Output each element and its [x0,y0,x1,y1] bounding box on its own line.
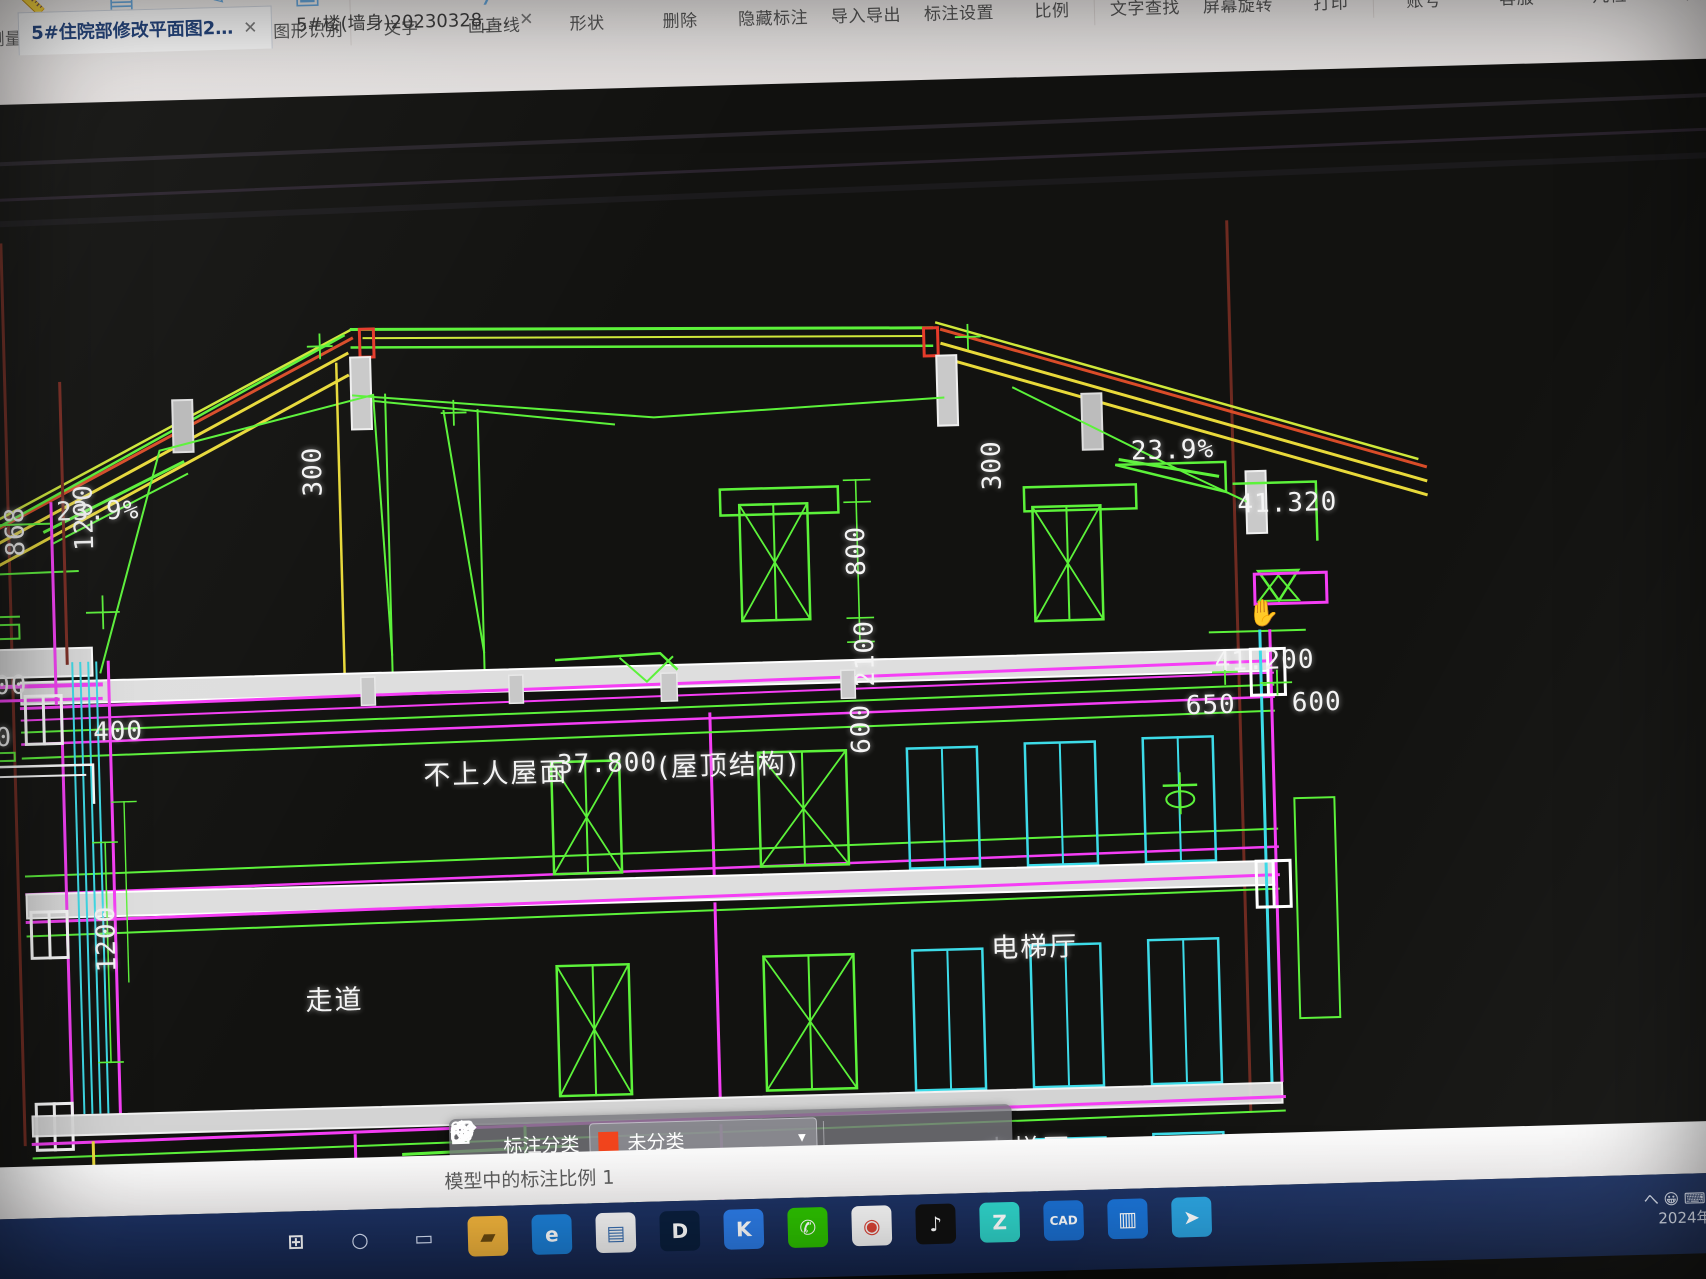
cad-label-slope-right: 23.9% [1130,434,1215,467]
taskbar-kingsoft-icon[interactable]: K [723,1208,765,1250]
taskbar-zoom-icon[interactable]: Z [979,1201,1021,1243]
close-icon[interactable]: ✕ [243,18,258,38]
category-color-swatch [598,1131,619,1153]
taskbar-dell-icon[interactable]: D [659,1210,701,1252]
close-icon[interactable]: ✕ [519,9,534,29]
cad-label-dim-left-600: 600 [0,722,13,755]
cad-label-dim-300-left: 300 [297,446,329,497]
cad-label-dim-1200-corr: 1200 [90,905,123,973]
cad-label-dim-300-right: 300 [976,439,1008,491]
cad-label-elev-41320: 41.320 [1236,486,1338,520]
cad-label-dim-800: 800 [840,525,873,577]
cad-label-elev-left-200: .200 [0,670,28,703]
tray-line-2: 2024年... [1658,1207,1706,1228]
system-tray[interactable]: へ 😀 ⌨ 中 2024年... [1643,1189,1706,1229]
screenshot-root: ...图20230328_t8_t3.dwg 📏测量&统计▤图纸对比✎编辑助手▣… [0,0,1706,1279]
cad-label-roof-struct: (屋顶结构) [657,748,800,784]
taskbar-search-icon[interactable]: ○ [339,1219,380,1260]
cad-label-dim-650: 650 [1185,689,1237,722]
chevron-down-icon[interactable]: ▼ [795,1129,808,1144]
taskbar-explorer-icon[interactable]: ▰ [467,1215,509,1257]
taskbar-wechat-icon[interactable]: ✆ [787,1206,829,1249]
annotation-scale-status: 模型中的标注比例 1 [444,1166,615,1194]
cad-label-elev-41200: 41.200 [1214,644,1315,678]
taskbar-wps-icon[interactable]: ▥ [1107,1198,1149,1240]
document-tab-label: 5#住院部修改平面图2… [30,17,234,45]
cad-label-dim-600-right: 600 [1291,686,1343,719]
taskbar-tiktok-icon[interactable]: ♪ [915,1203,957,1245]
document-tab-1[interactable]: 5#住院部修改平面图2… ✕ [17,5,274,56]
tray-line-1: へ 😀 ⌨ 中 [1643,1189,1706,1209]
taskbar-store-icon[interactable]: ▤ [595,1212,637,1254]
monitor-screen: ...图20230328_t8_t3.dwg 📏测量&统计▤图纸对比✎编辑助手▣… [0,0,1706,1279]
taskbar-telegram-icon[interactable]: ➤ [1171,1196,1213,1238]
cad-label-roof-elev: 37.800 [556,747,658,781]
cad-label-dim-400: 400 [92,716,144,748]
cad-label-dim-1200-roof: 1200 [68,483,101,552]
hand-cursor-icon: ✋ [1246,597,1281,629]
document-tab-2[interactable]: 5#楼(墙身)20230328_… ✕ [284,0,548,47]
cad-label-room-elevator: 电梯厅 [990,931,1079,965]
taskbar-taskview-icon[interactable]: ▭ [403,1217,444,1258]
cad-canvas[interactable]: 23.9% 23.9% 868 1200 300 300 41.320 41.200 800 21… [0,57,1706,1235]
taskbar-start-icon[interactable]: ⊞ [275,1221,316,1262]
taskbar-edge-icon[interactable]: e [531,1213,573,1255]
cad-label-dim-600-window: 600 [845,703,877,755]
cad-label-roof-note: 不上人屋面 [422,756,569,792]
taskbar-chrome-icon[interactable]: ◉ [851,1205,893,1247]
cad-label-room-corridor: 走道 [305,984,364,1017]
cad-label-dim-868: 868 [0,506,32,558]
document-tab-label: 5#楼(墙身)20230328_… [295,9,510,36]
document-tab-0[interactable]: ...图✕ [0,13,7,57]
taskbar-cad-icon[interactable]: CAD [1043,1200,1085,1242]
cad-label-dim-2100: 2100 [849,619,882,688]
